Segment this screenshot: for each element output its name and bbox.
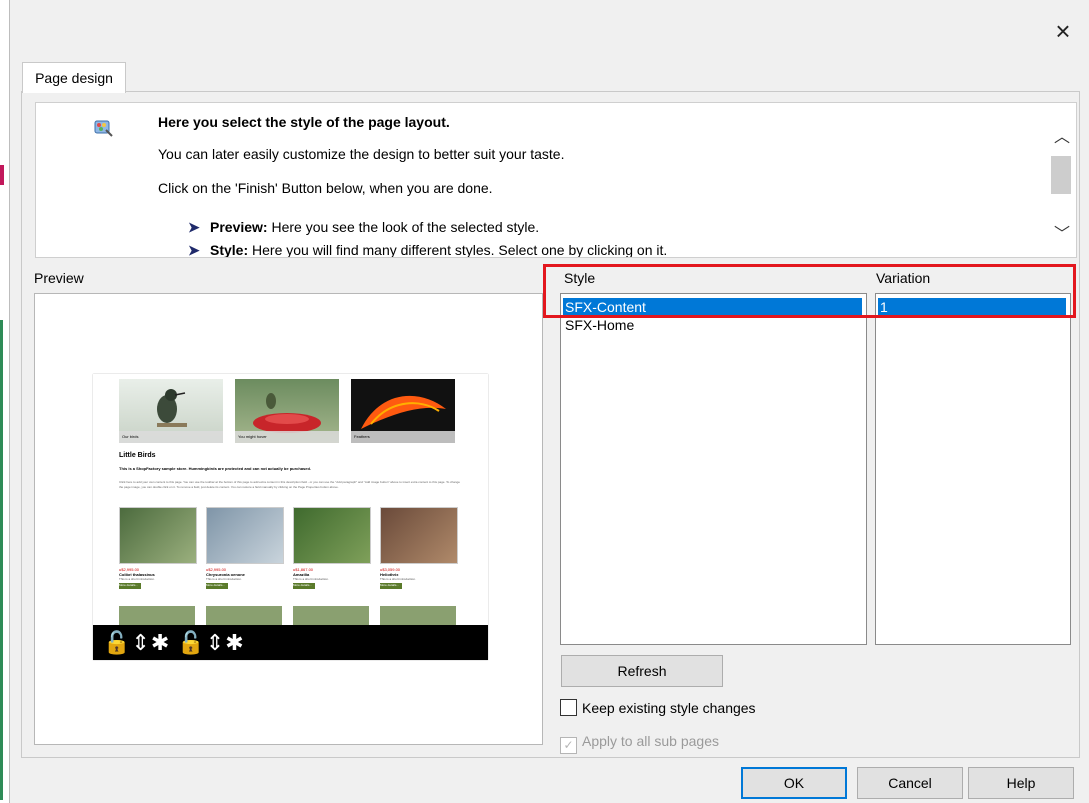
instructions-line: Click on the 'Finish' Button below, when… xyxy=(158,180,493,196)
apply-sub-pages-checkbox: ✓ xyxy=(560,737,577,754)
bullet-arrow-icon: ➤ xyxy=(188,242,200,258)
chevron-down-icon[interactable]: ﹀ xyxy=(1052,220,1072,243)
preview-edit-toolbar: 🔓⇕✱ 🔓⇕✱ xyxy=(93,625,488,660)
instructions-bullet: ➤ Style: Here you will find many differen… xyxy=(188,242,668,258)
product-button: More details... xyxy=(380,583,402,589)
checkbox-label: Keep existing style changes xyxy=(582,700,756,716)
photo-caption: Our birds xyxy=(119,431,223,443)
page-style-wizard-icon xyxy=(91,116,115,140)
product-image xyxy=(380,507,458,564)
help-button[interactable]: Help xyxy=(968,767,1074,799)
preview-subtitle: This is a ShopFactory sample store. Humm… xyxy=(119,466,312,471)
product-desc: This is a short introduction. xyxy=(206,577,242,581)
bullet-term: Style: xyxy=(210,242,249,258)
preview-product-card: u$2,995.00 Chrysuronia oenone This is a … xyxy=(206,507,284,589)
close-icon[interactable]: × xyxy=(1046,14,1080,48)
chevron-up-icon[interactable]: ︿ xyxy=(1052,123,1072,146)
instructions-heading: Here you select the style of the page la… xyxy=(158,114,450,130)
product-image xyxy=(119,606,195,626)
instructions-panel: Here you select the style of the page la… xyxy=(35,102,1077,258)
product-image xyxy=(119,507,197,564)
background-window-edge xyxy=(0,0,9,803)
bullet-term: Preview: xyxy=(210,219,268,235)
keep-style-changes-checkbox[interactable] xyxy=(560,699,577,716)
product-desc: This is a short introduction. xyxy=(380,577,416,581)
product-button: More details... xyxy=(206,583,228,589)
preview-product-card: u$1,867.00 Amazilia This is a short intr… xyxy=(293,507,371,589)
annotation-highlight xyxy=(543,264,1076,318)
photo-caption: Feathers xyxy=(351,431,455,443)
bullet-arrow-icon: ➤ xyxy=(188,219,200,235)
product-desc: This is a short introduction. xyxy=(119,577,155,581)
style-listbox[interactable]: SFX-Content SFX-Home xyxy=(560,293,867,645)
preview-pane: Our birds You might hover Feathers Littl… xyxy=(34,293,543,745)
tab-page-design[interactable]: Page design xyxy=(22,62,126,93)
checkbox-label: Apply to all sub pages xyxy=(582,733,719,749)
preview-label: Preview xyxy=(34,270,84,286)
style-preview-thumbnail: Our birds You might hover Feathers Littl… xyxy=(93,374,488,660)
preview-product-card: u$3,059.00 Heliothrix This is a short in… xyxy=(380,507,458,589)
product-image xyxy=(293,507,371,564)
cancel-button[interactable]: Cancel xyxy=(857,767,963,799)
photo-caption: You might hover xyxy=(235,431,339,443)
product-button: More details... xyxy=(293,583,315,589)
product-button: More details... xyxy=(119,583,141,589)
instructions-line: You can later easily customize the desig… xyxy=(158,146,565,162)
product-image xyxy=(206,507,284,564)
scrollbar-thumb[interactable] xyxy=(1051,156,1071,194)
instructions-bullet: ➤ Preview: Here you see the look of the s… xyxy=(188,219,539,236)
variation-listbox[interactable]: 1 xyxy=(875,293,1071,645)
preview-product-card: u$2,995.00 Colibri thalassinus This is a… xyxy=(119,507,197,589)
product-image xyxy=(293,606,369,626)
refresh-button[interactable]: Refresh xyxy=(561,655,723,687)
ok-button[interactable]: OK xyxy=(741,767,847,799)
style-item-sfx-home[interactable]: SFX-Home xyxy=(563,316,862,334)
instructions-scrollbar[interactable]: ︿ ﹀ xyxy=(1048,103,1075,257)
product-image xyxy=(380,606,456,626)
product-desc: This is a short introduction. xyxy=(293,577,329,581)
preview-body-text: Click here to add your own content to th… xyxy=(119,480,460,489)
bullet-text: Here you will find many different styles… xyxy=(248,242,668,258)
preview-title: Little Birds xyxy=(119,452,156,459)
keep-style-changes-option[interactable]: Keep existing style changes xyxy=(560,699,756,716)
product-image xyxy=(206,606,282,626)
bullet-text: Here you see the look of the selected st… xyxy=(267,219,540,235)
apply-sub-pages-option: ✓ Apply to all sub pages xyxy=(560,733,719,754)
